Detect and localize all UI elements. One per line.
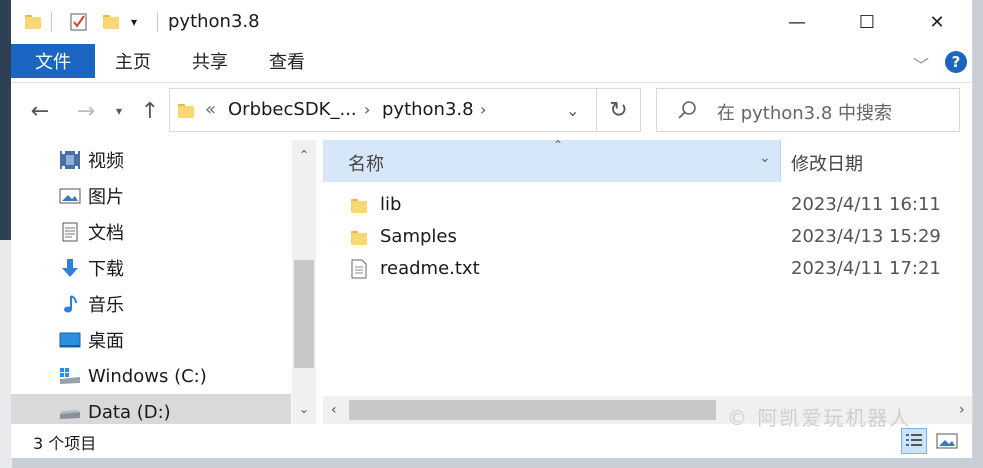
file-date: 2023/4/13 15:29	[791, 226, 941, 247]
breadcrumb-item-orbbecsdk[interactable]: OrbbecSDK_...	[228, 99, 357, 120]
drive-d-icon	[59, 402, 81, 422]
refresh-button[interactable]: ↻	[597, 88, 641, 132]
maximize-button[interactable]: ☐	[837, 4, 897, 40]
file-name: readme.txt	[380, 258, 480, 279]
sidebar-item-drive-d[interactable]: Data (D:)	[11, 394, 291, 424]
downloads-icon	[59, 258, 81, 278]
sidebar-item-music[interactable]: 音乐	[11, 286, 291, 322]
search-icon	[677, 100, 697, 124]
sidebar-item-documents[interactable]: 文档	[11, 214, 291, 250]
file-name: Samples	[380, 226, 457, 247]
nav-scroll-thumb[interactable]	[294, 260, 314, 368]
ribbon: 文件 主页 共享 查看 ﹀ ?	[11, 44, 972, 83]
minimize-button[interactable]: —	[767, 4, 827, 40]
breadcrumb-chevron-icon-2[interactable]: ›	[480, 100, 486, 119]
nav-vertical-scrollbar[interactable]: ⌃ ⌄	[292, 140, 316, 424]
file-date: 2023/4/11 16:11	[791, 194, 941, 215]
sidebar-item-label: Data (D:)	[88, 401, 171, 423]
title-bar: ▾ python3.8 — ☐ ✕	[11, 0, 972, 44]
column-header-name[interactable]: 名称 ⌃ ⌄	[323, 138, 781, 182]
sidebar-item-drive-c[interactable]: Windows (C:)	[11, 358, 291, 394]
recent-locations-chevron-icon[interactable]: ▾	[109, 94, 129, 128]
list-item[interactable]: Samples 2023/4/13 15:29	[323, 222, 972, 254]
status-bar: 3 个项目	[11, 424, 972, 458]
column-modified-label: 修改日期	[791, 154, 863, 175]
sidebar-item-label: 桌面	[88, 331, 124, 352]
title-separator	[51, 12, 52, 32]
help-button[interactable]: ?	[945, 51, 967, 73]
window-title: python3.8	[168, 11, 260, 32]
column-header-modified[interactable]: 修改日期	[781, 140, 972, 182]
video-icon	[59, 150, 81, 170]
tab-share[interactable]: 共享	[192, 44, 228, 78]
title-separator-2	[157, 12, 158, 32]
sidebar-item-videos[interactable]: 视频	[11, 142, 291, 178]
scroll-right-icon[interactable]: ›	[959, 402, 965, 418]
sidebar-item-label: 图片	[88, 187, 124, 208]
sidebar-item-label: 音乐	[88, 295, 124, 316]
details-view-button[interactable]	[901, 428, 927, 454]
window-folder-icon	[25, 10, 41, 34]
sidebar-item-downloads[interactable]: 下载	[11, 250, 291, 286]
file-name: lib	[380, 194, 402, 215]
sidebar-item-label: 下载	[88, 259, 124, 280]
sidebar-item-desktop[interactable]: 桌面	[11, 322, 291, 358]
properties-icon[interactable]	[69, 10, 89, 34]
sidebar-item-label: 视频	[88, 151, 124, 172]
text-file-icon	[351, 259, 367, 284]
sidebar-item-label: 文档	[88, 223, 124, 244]
details-view-icon	[906, 434, 922, 446]
breadcrumb-overflow[interactable]: «	[205, 99, 216, 120]
desktop-icon	[59, 330, 81, 350]
search-input[interactable]: 在 python3.8 中搜索	[656, 88, 960, 132]
refresh-icon: ↻	[609, 97, 628, 123]
explorer-window: ▾ python3.8 — ☐ ✕ 文件 主页 共享 查看 ﹀ ? ← → ▾ …	[11, 0, 973, 458]
column-name-label: 名称	[348, 154, 384, 175]
tab-view[interactable]: 查看	[269, 44, 305, 78]
breadcrumb-item-python[interactable]: python3.8	[382, 99, 474, 120]
large-icons-view-button[interactable]	[935, 430, 959, 456]
search-placeholder: 在 python3.8 中搜索	[717, 103, 893, 124]
address-dropdown-chevron-icon[interactable]: ⌄	[566, 101, 579, 120]
list-item[interactable]: readme.txt 2023/4/11 17:21	[323, 254, 972, 286]
column-filter-chevron-icon[interactable]: ⌄	[759, 150, 771, 166]
list-item[interactable]: lib 2023/4/11 16:11	[323, 190, 972, 222]
address-bar[interactable]: « OrbbecSDK_... › python3.8 › ⌄	[169, 88, 597, 132]
item-count: 3 个项目	[33, 434, 97, 453]
sort-ascending-icon: ⌃	[553, 138, 564, 152]
large-icons-view-icon	[936, 433, 958, 449]
content-scroll-thumb[interactable]	[349, 400, 716, 420]
sidebar-item-label: Windows (C:)	[88, 365, 207, 387]
file-date: 2023/4/11 17:21	[791, 258, 941, 279]
scroll-left-icon[interactable]: ‹	[331, 402, 337, 418]
ribbon-expand-chevron-icon[interactable]: ﹀	[913, 52, 929, 76]
new-folder-icon[interactable]	[103, 10, 119, 34]
close-button[interactable]: ✕	[907, 4, 967, 40]
tab-file[interactable]: 文件	[11, 44, 95, 78]
forward-arrow-icon[interactable]: →	[71, 94, 101, 128]
scroll-up-icon[interactable]: ⌃	[299, 148, 309, 162]
customize-toolbar-chevron-icon[interactable]: ▾	[131, 10, 137, 34]
folder-icon	[351, 197, 367, 218]
navigation-pane: 视频 图片 文档 下载 音乐 桌面 Windows (C:) Data (D:)	[11, 140, 316, 424]
scroll-down-icon[interactable]: ⌄	[299, 402, 309, 416]
pictures-icon	[59, 186, 81, 206]
breadcrumb-chevron-icon[interactable]: ›	[364, 100, 370, 119]
music-icon	[59, 294, 81, 314]
folder-icon	[351, 229, 367, 250]
address-folder-icon	[178, 103, 194, 122]
sidebar-item-pictures[interactable]: 图片	[11, 178, 291, 214]
up-arrow-icon[interactable]: ↑	[137, 94, 163, 128]
drive-c-icon	[59, 366, 81, 386]
tab-home[interactable]: 主页	[115, 44, 151, 78]
documents-icon	[59, 222, 81, 242]
back-arrow-icon[interactable]: ←	[25, 94, 55, 128]
